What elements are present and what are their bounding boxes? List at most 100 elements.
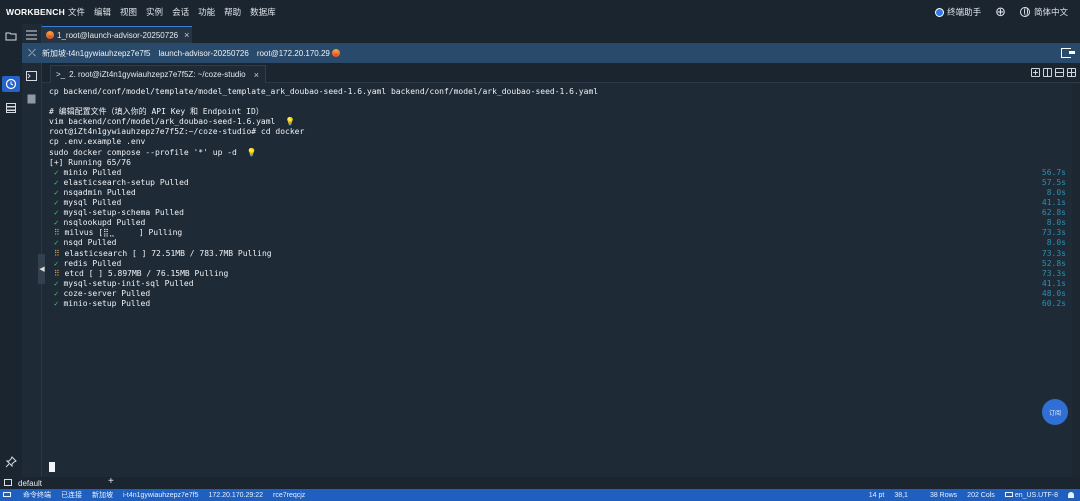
- menu-view[interactable]: 视图: [118, 6, 144, 18]
- folder-icon[interactable]: [5, 30, 17, 42]
- service-status-text: etcd [ ] 5.897MB / 76.15MB Pulling: [64, 268, 229, 278]
- new-split-icon[interactable]: [1031, 68, 1040, 77]
- lightbulb-icon[interactable]: 💡: [285, 117, 295, 126]
- status-connection: 已连接: [61, 492, 82, 499]
- host-label: root@172.20.170.29: [256, 48, 330, 58]
- bell-icon[interactable]: [1068, 492, 1074, 498]
- check-icon: ✓: [53, 187, 59, 197]
- terminal-line: cp .env.example .env: [49, 137, 146, 147]
- service-row: ⠿ elasticsearch [ ] 72.51MB / 783.7MB Pu…: [49, 249, 1080, 259]
- service-row: ✓ elasticsearch-setup Pulled 57.5s: [49, 178, 1080, 188]
- language-selector[interactable]: 简体中文: [1019, 6, 1068, 18]
- activity-bar: [0, 24, 22, 477]
- menu-help[interactable]: 帮助: [222, 6, 248, 18]
- status-instance-id: i-t4n1gywiauhzepz7e7f5: [123, 491, 199, 499]
- service-row: ✓ mysql-setup-init-sql Pulled 41.1s: [49, 279, 1080, 289]
- service-row: ✓ nsqlookupd Pulled 8.0s: [49, 218, 1080, 228]
- status-bar: 命令终端 已连接 新加坡 i-t4n1gywiauhzepz7e7f5 172.…: [0, 489, 1080, 501]
- add-circle-icon[interactable]: ⊕: [995, 4, 1006, 20]
- terminal-output[interactable]: cp backend/conf/model/template/model_tem…: [45, 84, 1080, 477]
- service-duration: 48.0s: [1041, 288, 1066, 298]
- service-duration: 73.3s: [1041, 228, 1066, 238]
- check-icon: ✓: [53, 238, 59, 248]
- terminal-scrollbar[interactable]: [1072, 84, 1080, 477]
- spinner-icon: ⠿: [53, 248, 60, 258]
- split-horizontal-icon[interactable]: [1055, 68, 1064, 77]
- terminal-line: [+] Running 65/76: [49, 157, 131, 167]
- service-duration: 73.3s: [1041, 268, 1066, 278]
- service-row: ✓ minio-setup Pulled 60.2s: [49, 299, 1080, 309]
- check-icon: ✓: [53, 218, 59, 228]
- host-label-wrap: root@172.20.170.29: [257, 49, 343, 58]
- terminal-tab[interactable]: >_ 2. root@iZt4n1gywiauhzepz7e7f5Z: ~/co…: [50, 65, 266, 83]
- keyboard-icon: [3, 492, 13, 499]
- secondary-sidebar: [22, 24, 42, 477]
- lightbulb-icon[interactable]: 💡: [246, 148, 256, 157]
- menu-edit[interactable]: 编辑: [92, 6, 118, 18]
- terminal-line: sudo docker compose --profile '*' up -d: [49, 147, 237, 157]
- menu-database[interactable]: 数据库: [248, 6, 283, 18]
- menu-bar: WORKBENCH 文件 编辑 视图 实例 会话 功能 帮助 数据库 终端助手 …: [0, 0, 1080, 24]
- service-status-text: elasticsearch [ ] 72.51MB / 783.7MB Pull…: [64, 248, 272, 258]
- service-status-text: mysql-setup-schema Pulled: [63, 208, 184, 218]
- split-vertical-icon[interactable]: [1043, 68, 1052, 77]
- service-duration: 60.2s: [1041, 298, 1066, 308]
- service-row: ⠿ etcd [ ] 5.897MB / 76.15MB Pulling 73.3…: [49, 269, 1080, 279]
- terminal-assistant-button[interactable]: 终端助手: [935, 6, 981, 18]
- service-row: ✓ redis Pulled 52.8s: [49, 259, 1080, 269]
- file-icon[interactable]: [27, 94, 36, 104]
- app-brand: WORKBENCH: [6, 7, 65, 17]
- session-name[interactable]: default: [18, 479, 42, 488]
- service-status-text: milvus [⣿⣀ ] Pulling: [64, 228, 183, 238]
- service-duration: 8.0s: [1046, 218, 1066, 228]
- menu-session[interactable]: 会话: [170, 6, 196, 18]
- status-right: 14 pt 38,1 38 Rows 202 Cols en_US.UTF-8: [859, 489, 1074, 501]
- check-icon: ✓: [53, 208, 59, 218]
- host-status-icon: [331, 49, 340, 57]
- service-row: ✓ coze-server Pulled 48.0s: [49, 289, 1080, 299]
- service-status-text: minio-setup Pulled: [63, 298, 151, 308]
- service-row: ✓ minio Pulled 56.7s: [49, 168, 1080, 178]
- service-list: ✓ minio Pulled 56.7s ✓ elasticsearch-setu…: [49, 168, 1080, 309]
- status-region: 新加坡: [92, 492, 113, 499]
- menu-instance[interactable]: 实例: [144, 6, 170, 18]
- list-icon[interactable]: [26, 30, 37, 40]
- session-tab-bar: 1_root@launch-advisor-20250726 ×: [42, 24, 1080, 43]
- assistant-label: 终端助手: [947, 7, 982, 17]
- pin-icon[interactable]: [5, 456, 17, 468]
- service-duration: 41.1s: [1041, 278, 1066, 288]
- service-status-text: nsqd Pulled: [63, 238, 117, 248]
- terminal-panel-icon: [4, 479, 12, 486]
- session-tab[interactable]: 1_root@launch-advisor-20250726 ×: [42, 26, 192, 43]
- check-icon: ✓: [53, 288, 59, 298]
- instance-label: launch-advisor-20250726: [158, 48, 249, 58]
- service-duration: 73.3s: [1041, 248, 1066, 258]
- service-duration: 62.8s: [1041, 208, 1066, 218]
- exit-icon[interactable]: [1061, 48, 1075, 58]
- terminal-cursor: [49, 462, 55, 472]
- status-locale-wrap[interactable]: en_US.UTF-8: [1004, 492, 1058, 499]
- split-grid-icon[interactable]: [1067, 68, 1076, 77]
- subscribe-float-button[interactable]: 订阅: [1042, 399, 1068, 425]
- terminal-line: cp backend/conf/model/template/model_tem…: [49, 87, 599, 96]
- disconnect-icon[interactable]: ⤫: [22, 48, 42, 59]
- service-row: ✓ nsqadmin Pulled 8.0s: [49, 188, 1080, 198]
- service-status-text: elasticsearch-setup Pulled: [63, 177, 189, 187]
- add-session-icon[interactable]: +: [108, 476, 114, 487]
- globe-icon: [1019, 7, 1030, 17]
- close-icon[interactable]: ×: [184, 30, 189, 40]
- session-tab-label: 1_root@launch-advisor-20250726: [57, 30, 179, 40]
- service-status-text: minio Pulled: [63, 167, 122, 177]
- menu-features[interactable]: 功能: [196, 6, 222, 18]
- close-icon[interactable]: ×: [254, 70, 259, 80]
- check-icon: ✓: [53, 177, 59, 187]
- status-cols: 202 Cols: [967, 491, 995, 499]
- history-icon[interactable]: [5, 78, 17, 90]
- terminal-window-icon[interactable]: [26, 71, 37, 81]
- menu-file[interactable]: 文件: [66, 6, 92, 18]
- terminal-prompt-icon: >_: [56, 70, 66, 79]
- spinner-icon: ⠿: [53, 268, 60, 278]
- database-icon[interactable]: [5, 102, 17, 114]
- status-font-size[interactable]: 14 pt: [869, 492, 885, 499]
